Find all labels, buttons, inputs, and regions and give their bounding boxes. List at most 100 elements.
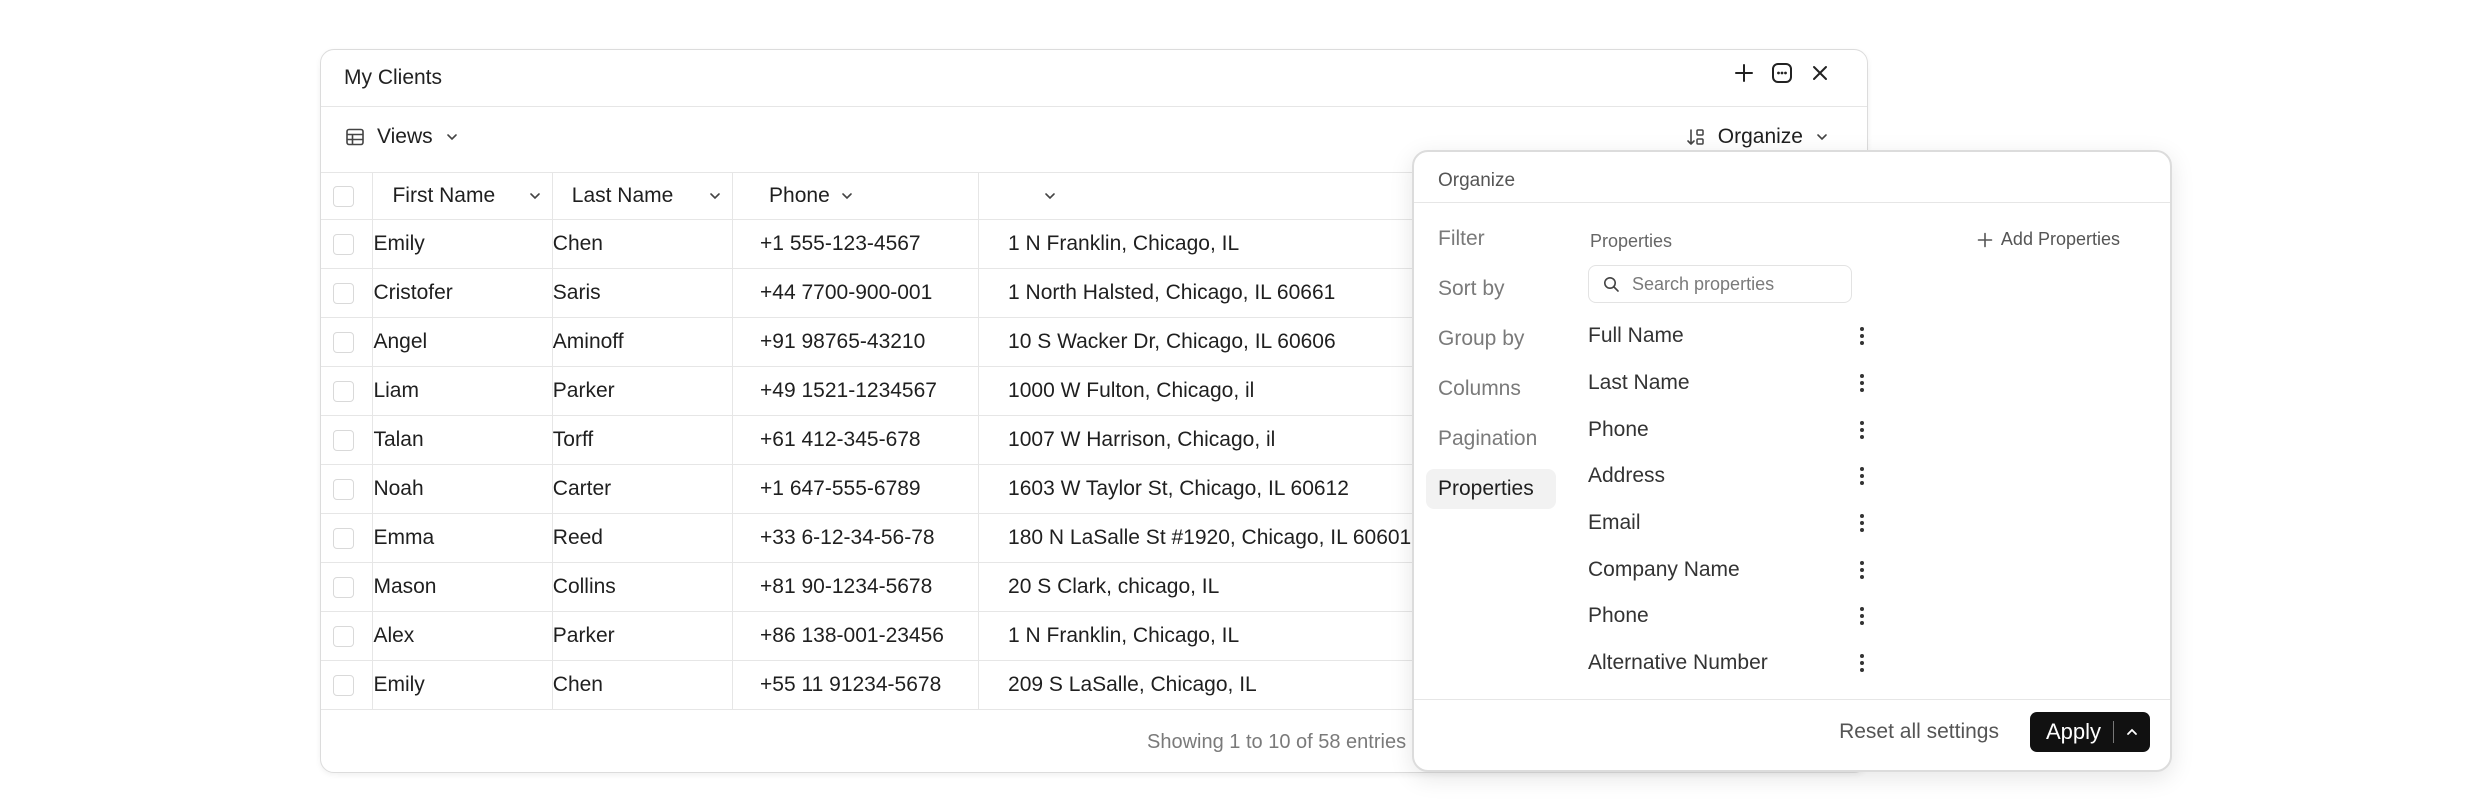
more-vertical-icon[interactable]: [1852, 513, 1872, 533]
phone-cell: +86 138-001-23456: [732, 611, 980, 661]
chevron-up-icon[interactable]: [2114, 725, 2150, 739]
property-label: Phone: [1588, 604, 1649, 628]
menu-item-columns[interactable]: Columns: [1426, 364, 1556, 414]
more-vertical-icon[interactable]: [1852, 373, 1872, 393]
menu-item-group-by[interactable]: Group by: [1426, 314, 1556, 364]
phone-cell: +61 412-345-678: [732, 415, 980, 465]
organize-menu: Filter Sort by Group by Columns Paginati…: [1426, 214, 1556, 509]
search-properties: [1588, 265, 1852, 303]
organize-panel-footer: Reset all settings Apply: [1414, 699, 2170, 770]
properties-list: Full Name Last Name Phone Address Email Compa…: [1588, 313, 1872, 687]
property-label: Last Name: [1588, 371, 1690, 395]
property-item[interactable]: Full Name: [1588, 313, 1872, 360]
organize-panel: Organize Filter Sort by Group by Columns…: [1412, 150, 2172, 772]
phone-cell: +81 90-1234-5678: [732, 562, 980, 612]
row-select-cell: [321, 464, 374, 514]
last-name-cell: Torff: [552, 415, 734, 465]
more-vertical-icon[interactable]: [1852, 420, 1872, 440]
last-name-cell: Parker: [552, 366, 734, 416]
property-item[interactable]: Last Name: [1588, 360, 1872, 407]
properties-heading: Properties: [1590, 231, 1673, 251]
column-header-phone[interactable]: Phone: [732, 172, 980, 220]
phone-cell: +44 7700-900-001: [732, 268, 980, 318]
more-vertical-icon[interactable]: [1852, 560, 1872, 580]
chevron-down-icon: [1817, 134, 1827, 141]
more-vertical-icon[interactable]: [1852, 466, 1872, 486]
row-select-cell: [321, 415, 374, 465]
chevron-down-icon[interactable]: [528, 189, 542, 203]
views-button[interactable]: Views: [345, 125, 459, 149]
window-titlebar: My Clients: [321, 50, 1867, 107]
row-checkbox[interactable]: [333, 380, 354, 402]
property-label: Phone: [1588, 417, 1649, 441]
last-name-cell: Collins: [552, 562, 734, 612]
column-label: Phone: [769, 184, 830, 207]
last-name-cell: Chen: [552, 219, 734, 269]
row-checkbox[interactable]: [333, 233, 354, 255]
first-name-cell: Emma: [372, 513, 553, 563]
property-item[interactable]: Company Name: [1588, 546, 1872, 593]
apply-button[interactable]: Apply: [2030, 712, 2150, 752]
phone-cell: +91 98765-43210: [732, 317, 980, 367]
row-checkbox[interactable]: [333, 331, 354, 353]
row-checkbox[interactable]: [333, 282, 354, 304]
select-all-checkbox[interactable]: [333, 185, 354, 207]
window-title: My Clients: [344, 66, 443, 89]
organize-button[interactable]: Organize: [1686, 125, 1829, 149]
row-checkbox[interactable]: [333, 674, 354, 696]
property-item[interactable]: Email: [1588, 500, 1872, 547]
menu-item-sort-by[interactable]: Sort by: [1426, 264, 1556, 314]
pagination-summary: Showing 1 to 10 of 58 entries: [1147, 731, 1407, 753]
row-checkbox[interactable]: [333, 527, 354, 549]
row-select-cell: [321, 562, 374, 612]
plus-icon: [1977, 232, 1993, 247]
property-item[interactable]: Address: [1588, 453, 1872, 500]
phone-cell: +55 11 91234-5678: [732, 660, 980, 710]
last-name-cell: Reed: [552, 513, 734, 563]
row-select-cell: [321, 366, 374, 416]
property-label: Alternative Number: [1588, 651, 1768, 675]
chevron-down-icon[interactable]: [840, 189, 854, 203]
first-name-cell: Angel: [372, 317, 553, 367]
first-name-cell: Mason: [372, 562, 553, 612]
organize-label: Organize: [1717, 125, 1803, 148]
chevron-down-icon[interactable]: [708, 189, 722, 203]
property-item[interactable]: Phone: [1588, 593, 1872, 640]
plus-icon[interactable]: [1733, 62, 1755, 84]
row-checkbox[interactable]: [333, 429, 354, 451]
property-item[interactable]: Phone: [1588, 406, 1872, 453]
row-checkbox[interactable]: [333, 625, 354, 647]
row-checkbox[interactable]: [333, 576, 354, 598]
organize-panel-header: Organize: [1414, 152, 2170, 203]
close-icon[interactable]: [1809, 62, 1831, 84]
row-checkbox[interactable]: [333, 478, 354, 500]
chevron-down-icon[interactable]: [1043, 189, 1057, 203]
more-vertical-icon[interactable]: [1852, 653, 1872, 673]
last-name-cell: Chen: [552, 660, 734, 710]
property-item[interactable]: Alternative Number: [1588, 640, 1872, 687]
row-select-cell: [321, 660, 374, 710]
chat-icon[interactable]: [1771, 62, 1793, 84]
search-properties-input[interactable]: [1630, 272, 1834, 296]
last-name-cell: Carter: [552, 464, 734, 514]
property-label: Email: [1588, 511, 1641, 535]
table-icon: [346, 128, 364, 146]
phone-cell: +1 647-555-6789: [732, 464, 980, 514]
menu-item-filter[interactable]: Filter: [1426, 214, 1556, 264]
window-actions: [1733, 62, 1831, 84]
reset-settings-button[interactable]: Reset all settings: [1839, 720, 1999, 744]
menu-item-properties[interactable]: Properties: [1426, 469, 1556, 509]
menu-item-pagination[interactable]: Pagination: [1426, 414, 1556, 464]
add-properties-button[interactable]: Add Properties: [1977, 229, 2120, 250]
row-select-cell: [321, 219, 374, 269]
last-name-cell: Aminoff: [552, 317, 734, 367]
more-vertical-icon[interactable]: [1852, 326, 1872, 346]
column-header-first-name[interactable]: First Name: [372, 172, 553, 220]
row-select-cell: [321, 317, 374, 367]
more-vertical-icon[interactable]: [1852, 606, 1872, 626]
phone-cell: +1 555-123-4567: [732, 219, 980, 269]
last-name-cell: Saris: [552, 268, 734, 318]
first-name-cell: Talan: [372, 415, 553, 465]
row-select-cell: [321, 513, 374, 563]
column-header-last-name[interactable]: Last Name: [552, 172, 734, 220]
